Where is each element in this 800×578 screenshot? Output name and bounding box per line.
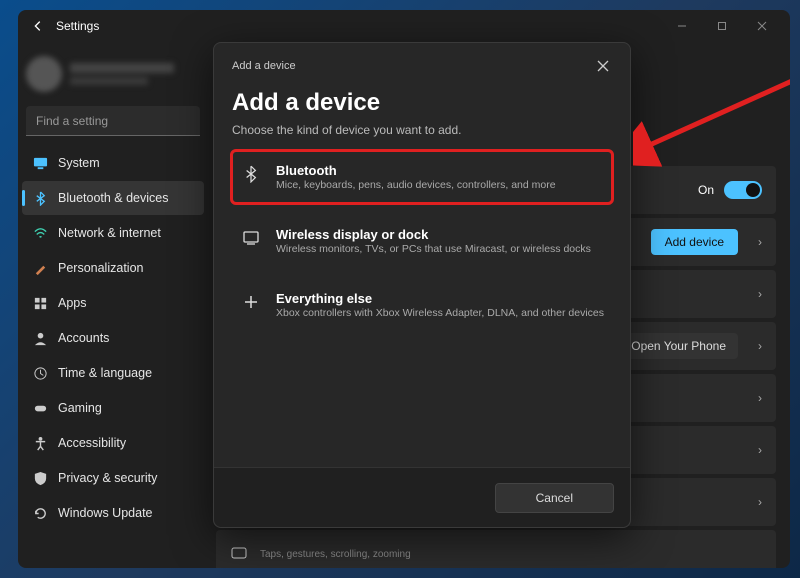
sidebar-item-label: Windows Update — [58, 506, 153, 520]
sidebar-item-label: Accessibility — [58, 436, 126, 450]
option-desc: Xbox controllers with Xbox Wireless Adap… — [276, 307, 604, 319]
add-device-dialog: Add a device Add a device Choose the kin… — [213, 42, 631, 528]
clock-icon — [32, 365, 48, 381]
dialog-subheading: Choose the kind of device you want to ad… — [232, 123, 612, 137]
profile-block[interactable] — [26, 52, 200, 96]
sidebar-item-gaming[interactable]: Gaming — [22, 391, 204, 425]
sidebar-item-personalization[interactable]: Personalization — [22, 251, 204, 285]
open-your-phone-button[interactable]: Open Your Phone — [619, 333, 738, 359]
update-icon — [32, 505, 48, 521]
titlebar: Settings — [18, 10, 790, 42]
device-option-wireless-display-or-dock[interactable]: Wireless display or dockWireless monitor… — [232, 215, 612, 267]
person-icon — [32, 330, 48, 346]
shield-icon — [32, 470, 48, 486]
brush-icon — [32, 260, 48, 276]
option-title: Everything else — [276, 291, 604, 306]
wifi-icon — [32, 225, 48, 241]
close-button[interactable] — [742, 12, 782, 40]
sidebar-item-label: Bluetooth & devices — [58, 191, 169, 205]
option-desc: Wireless monitors, TVs, or PCs that use … — [276, 243, 591, 255]
sidebar-item-label: Personalization — [58, 261, 143, 275]
sidebar-item-accounts[interactable]: Accounts — [22, 321, 204, 355]
sidebar-item-label: Accounts — [58, 331, 109, 345]
sidebar-item-label: Apps — [58, 296, 87, 310]
window-title: Settings — [56, 19, 99, 33]
chevron-right-icon: › — [758, 391, 762, 405]
sidebar-item-label: Time & language — [58, 366, 152, 380]
sidebar-item-label: Privacy & security — [58, 471, 157, 485]
option-desc: Mice, keyboards, pens, audio devices, co… — [276, 179, 556, 191]
accessibility-icon — [32, 435, 48, 451]
sidebar-item-apps[interactable]: Apps — [22, 286, 204, 320]
sidebar-item-network-internet[interactable]: Network & internet — [22, 216, 204, 250]
cancel-button[interactable]: Cancel — [495, 483, 614, 513]
device-option-bluetooth[interactable]: BluetoothMice, keyboards, pens, audio de… — [232, 151, 612, 203]
bluetooth-icon — [32, 190, 48, 206]
settings-window: Settings System Bluetooth & devices Networ… — [18, 10, 790, 568]
toggle-label: On — [698, 183, 714, 197]
sidebar-item-accessibility[interactable]: Accessibility — [22, 426, 204, 460]
grid-icon — [32, 295, 48, 311]
touchpad-row[interactable]: Taps, gestures, scrolling, zooming — [216, 530, 776, 568]
back-button[interactable] — [26, 14, 50, 38]
gamepad-icon — [32, 400, 48, 416]
minimize-button[interactable] — [662, 12, 702, 40]
chevron-right-icon: › — [758, 287, 762, 301]
option-title: Wireless display or dock — [276, 227, 591, 242]
nav-list: System Bluetooth & devices Network & inter… — [22, 146, 204, 530]
plus-icon — [240, 291, 262, 319]
sidebar-item-label: Network & internet — [58, 226, 161, 240]
sidebar-item-privacy-security[interactable]: Privacy & security — [22, 461, 204, 495]
display-icon — [240, 227, 262, 255]
sidebar: System Bluetooth & devices Network & inter… — [18, 42, 208, 568]
bluetooth-toggle[interactable] — [724, 181, 762, 199]
chevron-right-icon: › — [758, 339, 762, 353]
chevron-right-icon: › — [758, 443, 762, 457]
avatar — [26, 56, 62, 92]
chevron-right-icon: › — [758, 235, 762, 249]
option-title: Bluetooth — [276, 163, 556, 178]
sidebar-item-bluetooth-devices[interactable]: Bluetooth & devices — [22, 181, 204, 215]
row-subtitle: Taps, gestures, scrolling, zooming — [260, 549, 411, 560]
sidebar-item-windows-update[interactable]: Windows Update — [22, 496, 204, 530]
sidebar-item-label: Gaming — [58, 401, 102, 415]
maximize-button[interactable] — [702, 12, 742, 40]
bluetooth-icon — [240, 163, 262, 191]
device-option-everything-else[interactable]: Everything elseXbox controllers with Xbo… — [232, 279, 612, 331]
add-device-button[interactable]: Add device — [651, 229, 738, 255]
search-input[interactable] — [26, 106, 200, 136]
dialog-close-button[interactable] — [590, 53, 616, 79]
dialog-small-title: Add a device — [232, 60, 590, 72]
sidebar-item-system[interactable]: System — [22, 146, 204, 180]
dialog-heading: Add a device — [232, 89, 612, 117]
sidebar-item-label: System — [58, 156, 100, 170]
chevron-right-icon: › — [758, 495, 762, 509]
monitor-icon — [32, 155, 48, 171]
touchpad-icon — [230, 545, 248, 563]
sidebar-item-time-language[interactable]: Time & language — [22, 356, 204, 390]
